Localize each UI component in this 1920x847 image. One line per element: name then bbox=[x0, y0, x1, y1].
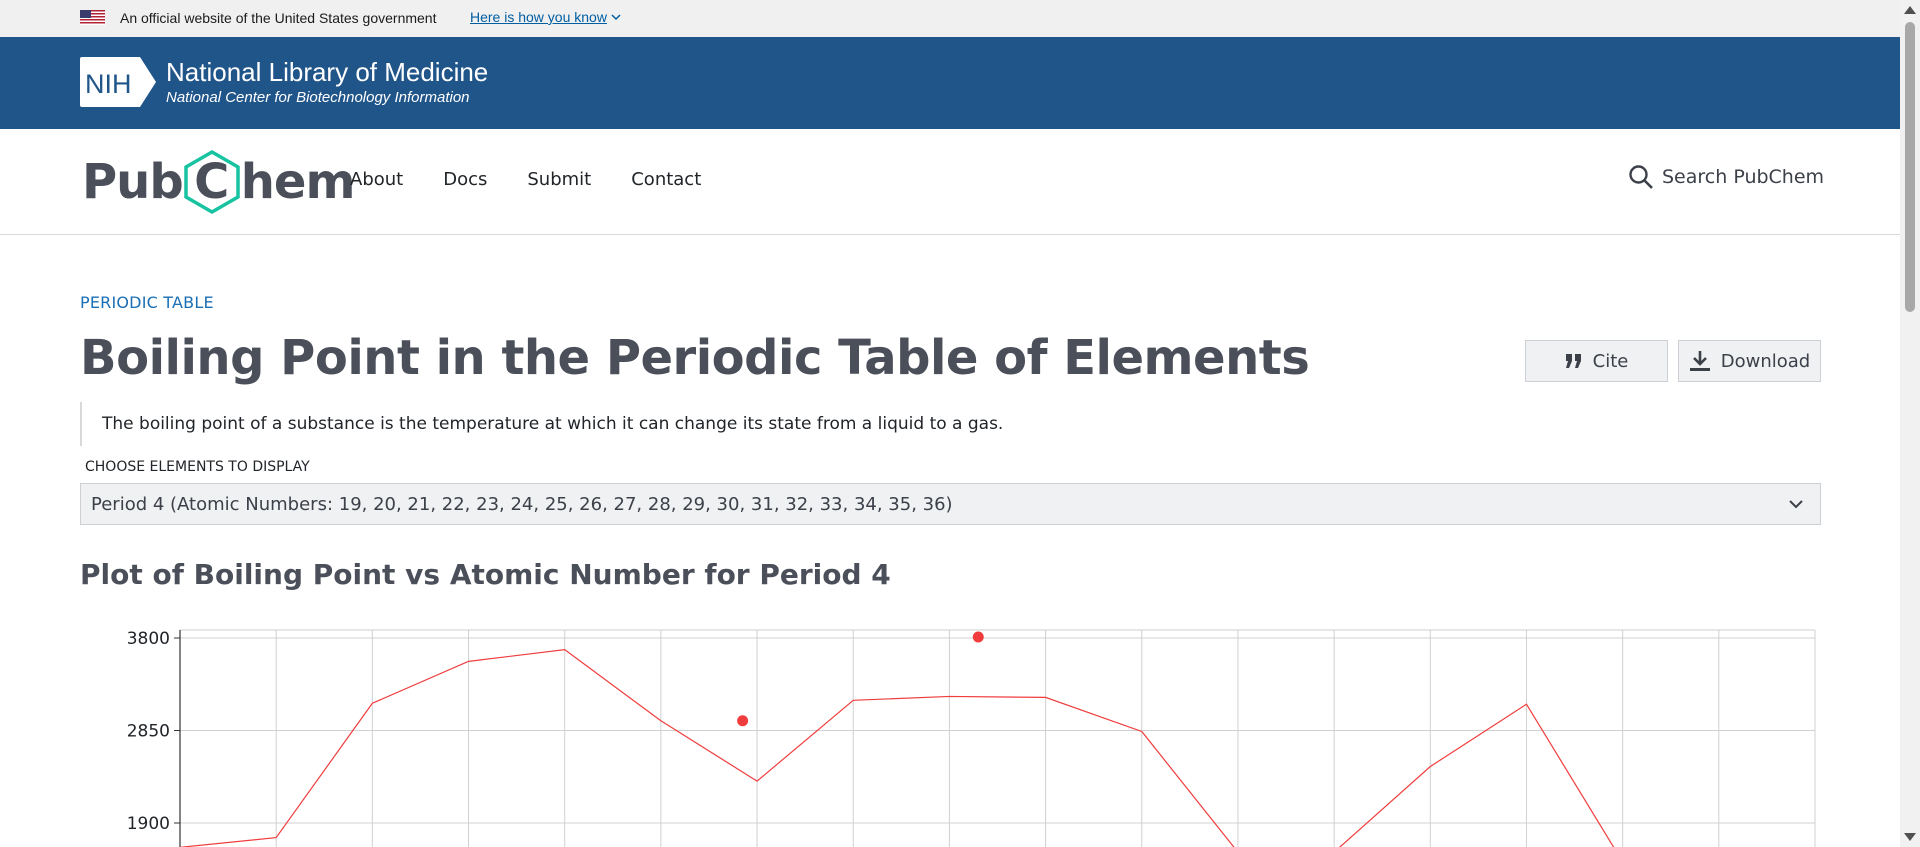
chevron-down-icon bbox=[611, 13, 621, 20]
nih-logo-text: NIH bbox=[85, 69, 132, 99]
download-label: Download bbox=[1720, 350, 1811, 372]
pubchem-logo[interactable]: Pub C hem bbox=[82, 149, 356, 215]
main-nav: About Docs Submit Contact bbox=[350, 169, 741, 190]
search-pubchem-button[interactable]: Search PubChem bbox=[1628, 164, 1824, 190]
element-select-value: Period 4 (Atomic Numbers: 19, 20, 21, 22… bbox=[91, 493, 953, 515]
data-point bbox=[737, 715, 749, 727]
quote-icon bbox=[1565, 354, 1581, 368]
logo-text-pub: Pub bbox=[82, 154, 184, 210]
series-line bbox=[179, 649, 1615, 847]
nlm-header: NIH National Library of Medicine Nationa… bbox=[0, 37, 1900, 129]
cite-label: Cite bbox=[1592, 350, 1629, 372]
description-text: The boiling point of a substance is the … bbox=[102, 414, 1004, 434]
data-point bbox=[972, 631, 984, 643]
gov-banner-text: An official website of the United States… bbox=[120, 10, 437, 26]
logo-text-c: C bbox=[194, 154, 230, 210]
element-select[interactable]: Period 4 (Atomic Numbers: 19, 20, 21, 22… bbox=[80, 483, 1821, 525]
element-select-label: CHOOSE ELEMENTS TO DISPLAY bbox=[85, 459, 310, 475]
logo-text-hem: hem bbox=[240, 154, 356, 210]
breadcrumb[interactable]: PERIODIC TABLE bbox=[80, 293, 214, 312]
page-description: The boiling point of a substance is the … bbox=[80, 402, 1003, 446]
boiling-point-chart: 3800 2850 1900 bbox=[127, 629, 1816, 847]
download-button[interactable]: Download bbox=[1678, 340, 1821, 382]
gov-banner: An official website of the United States… bbox=[0, 0, 1900, 37]
y-tick-label: 2850 bbox=[127, 722, 170, 742]
cite-button[interactable]: Cite bbox=[1525, 340, 1668, 382]
chevron-down-icon bbox=[1789, 500, 1803, 509]
scroll-up-arrow[interactable] bbox=[1904, 6, 1916, 14]
plot-title: Plot of Boiling Point vs Atomic Number f… bbox=[80, 558, 891, 591]
y-tick-label: 3800 bbox=[127, 629, 170, 649]
nlm-title[interactable]: National Library of Medicine bbox=[166, 57, 488, 88]
nav-submit[interactable]: Submit bbox=[527, 169, 591, 190]
search-pubchem-label: Search PubChem bbox=[1662, 166, 1825, 188]
scroll-down-arrow[interactable] bbox=[1904, 833, 1916, 841]
page-scrollbar[interactable] bbox=[1900, 0, 1920, 847]
hexagon-logo-icon: C bbox=[183, 149, 241, 215]
download-icon bbox=[1689, 351, 1710, 371]
nav-about[interactable]: About bbox=[350, 169, 403, 190]
us-flag-icon bbox=[80, 10, 105, 25]
pubchem-header: Pub C hem About Docs Submit Contact Sear… bbox=[0, 129, 1900, 235]
page-actions: Cite Download bbox=[1525, 340, 1821, 382]
y-tick-label: 1900 bbox=[127, 814, 170, 834]
nav-docs[interactable]: Docs bbox=[443, 169, 487, 190]
nav-contact[interactable]: Contact bbox=[631, 169, 701, 190]
search-icon bbox=[1629, 165, 1653, 189]
how-you-know-link[interactable]: Here is how you know bbox=[470, 9, 621, 25]
page-title: Boiling Point in the Periodic Table of E… bbox=[80, 330, 1310, 386]
how-you-know-label[interactable]: Here is how you know bbox=[470, 9, 607, 25]
nlm-subtitle: National Center for Biotechnology Inform… bbox=[166, 89, 470, 106]
nih-logo[interactable]: NIH bbox=[80, 57, 158, 107]
scroll-thumb[interactable] bbox=[1905, 22, 1915, 312]
